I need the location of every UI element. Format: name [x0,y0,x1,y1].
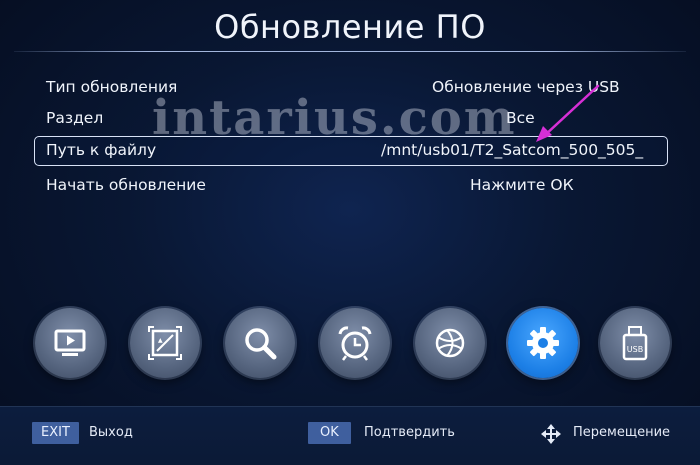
exit-key-label: Выход [89,425,133,440]
ok-key-label: Подтвердить [364,425,455,440]
menu-search-button[interactable] [225,308,295,378]
picture-icon: ▲ [148,326,182,360]
move-label: Перемещение [573,425,671,440]
globe-icon [435,328,465,358]
bottom-help-bar: EXIT Выход OK Подтвердить Перемещение [0,406,700,465]
menu-row-label: Раздел [46,109,104,127]
menu-settings-button[interactable] [508,308,578,378]
usb-icon-label: USB [627,345,643,354]
gear-icon [527,327,559,359]
tv-icon [54,329,86,356]
menu-row-value: Все [506,109,535,127]
page-title: Обновление ПО [214,8,486,46]
menu-row-file-path[interactable]: Путь к файлу /mnt/usb01/T2_Satcom_500_50… [34,136,668,166]
usb-icon: USB [622,326,648,361]
menu-row-section[interactable]: Раздел Все [34,104,668,134]
search-icon [245,328,277,360]
icon-bar: ▲ USB [0,308,700,392]
menu-network-button[interactable] [415,308,485,378]
menu-row-label: Путь к файлу [46,141,157,159]
menu-row-label: Тип обновления [46,78,178,96]
menu-row-label: Начать обновление [46,176,206,194]
menu-tv-button[interactable] [35,308,105,378]
alarm-clock-icon [338,326,372,361]
menu-row-value: Обновление через USB [432,78,620,96]
menu-row-value: Нажмите ОК [470,176,574,194]
ok-key-badge[interactable]: OK [308,422,351,444]
menu-timer-button[interactable] [320,308,390,378]
menu-picture-button[interactable]: ▲ [130,308,200,378]
menu-row-value: /mnt/usb01/T2_Satcom_500_505_ [381,141,644,159]
exit-key-badge[interactable]: EXIT [32,422,79,444]
menu-row-update-type[interactable]: Тип обновления Обновление через USB [34,73,668,103]
move-arrows-icon [541,424,561,444]
menu-usb-button[interactable]: USB [600,308,670,378]
menu-row-start-update[interactable]: Начать обновление Нажмите ОК [34,171,668,201]
svg-text:▲: ▲ [158,337,163,344]
title-divider [14,51,686,52]
